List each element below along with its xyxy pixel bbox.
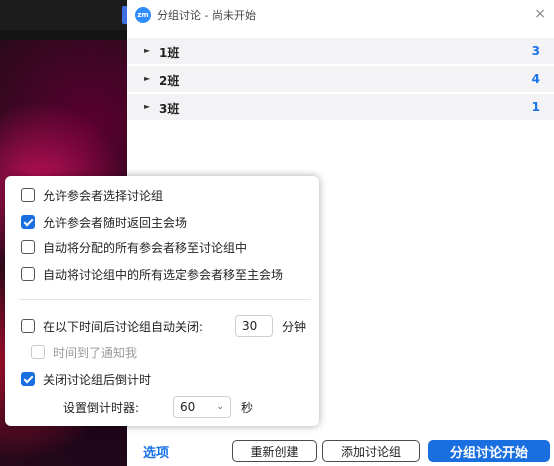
auto-move-checkbox[interactable] — [21, 240, 35, 254]
start-breakout-button[interactable]: 分组讨论开始 — [428, 440, 550, 462]
auto-close-label: 在以下时间后讨论组自动关闭: — [43, 319, 204, 334]
options-link[interactable]: 选项 — [143, 442, 169, 461]
notify-checkbox — [31, 345, 45, 359]
expand-arrow-icon[interactable]: ► — [144, 46, 150, 55]
countdown-checkbox[interactable] — [21, 372, 35, 386]
auto-close-minutes-input[interactable]: 30 — [235, 315, 273, 337]
auto-move-back-checkbox[interactable] — [21, 267, 35, 281]
recreate-button[interactable]: 重新创建 — [232, 440, 317, 462]
background-toolbar-strip — [0, 0, 128, 30]
room-name: 1班 — [159, 46, 180, 60]
room-list: ► 1班 3 ► 2班 4 ► 3班 1 — [127, 38, 554, 122]
room-count: 4 — [531, 72, 540, 86]
room-name: 3班 — [159, 102, 180, 116]
room-name: 2班 — [159, 74, 180, 88]
notify-label: 时间到了通知我 — [53, 345, 138, 360]
allow-choose-label: 允许参会者选择讨论组 — [43, 188, 164, 203]
option-notify: 时间到了通知我 — [31, 343, 137, 361]
allow-return-label: 允许参会者随时返回主会场 — [43, 215, 188, 230]
chevron-down-icon: ⌄ — [216, 402, 224, 412]
expand-arrow-icon[interactable]: ► — [144, 102, 150, 111]
option-allow-return[interactable]: 允许参会者随时返回主会场 — [21, 213, 187, 231]
add-room-button[interactable]: 添加讨论组 — [322, 440, 420, 462]
options-popover: 允许参会者选择讨论组 允许参会者随时返回主会场 自动将分配的所有参会者移至讨论组… — [5, 176, 319, 426]
timer-label: 设置倒计时器: — [63, 401, 140, 415]
room-count: 1 — [531, 100, 540, 114]
titlebar: zm 分组讨论 - 尚未开始 × — [127, 0, 554, 30]
allow-return-checkbox[interactable] — [21, 215, 35, 229]
room-row-2[interactable]: ► 2班 4 — [127, 66, 554, 94]
option-auto-move-back[interactable]: 自动将讨论组中的所有选定参会者移至主会场 — [21, 265, 283, 283]
seconds-unit: 秒 — [241, 401, 254, 415]
auto-move-label: 自动将分配的所有参会者移至讨论组中 — [43, 240, 248, 255]
divider — [19, 299, 311, 300]
option-auto-move[interactable]: 自动将分配的所有参会者移至讨论组中 — [21, 238, 247, 256]
room-row-3[interactable]: ► 3班 1 — [127, 94, 554, 122]
room-row-1[interactable]: ► 1班 3 — [127, 38, 554, 66]
auto-close-checkbox[interactable] — [21, 319, 35, 333]
countdown-label: 关闭讨论组后倒计时 — [43, 372, 152, 387]
room-count: 3 — [531, 44, 540, 58]
option-allow-choose[interactable]: 允许参会者选择讨论组 — [21, 186, 163, 204]
auto-move-back-label: 自动将讨论组中的所有选定参会者移至主会场 — [43, 267, 284, 282]
timer-select[interactable]: 60 ⌄ — [173, 396, 231, 418]
option-auto-close[interactable]: 在以下时间后讨论组自动关闭: — [21, 317, 203, 335]
minutes-unit: 分钟 — [282, 320, 307, 334]
expand-arrow-icon[interactable]: ► — [144, 74, 150, 83]
background-band — [0, 30, 128, 40]
timer-value: 60 — [180, 400, 196, 414]
option-countdown[interactable]: 关闭讨论组后倒计时 — [21, 370, 151, 388]
allow-choose-checkbox[interactable] — [21, 188, 35, 202]
window-title: 分组讨论 - 尚未开始 — [157, 9, 256, 22]
close-icon[interactable]: × — [534, 6, 546, 22]
zoom-logo-icon: zm — [135, 7, 151, 23]
